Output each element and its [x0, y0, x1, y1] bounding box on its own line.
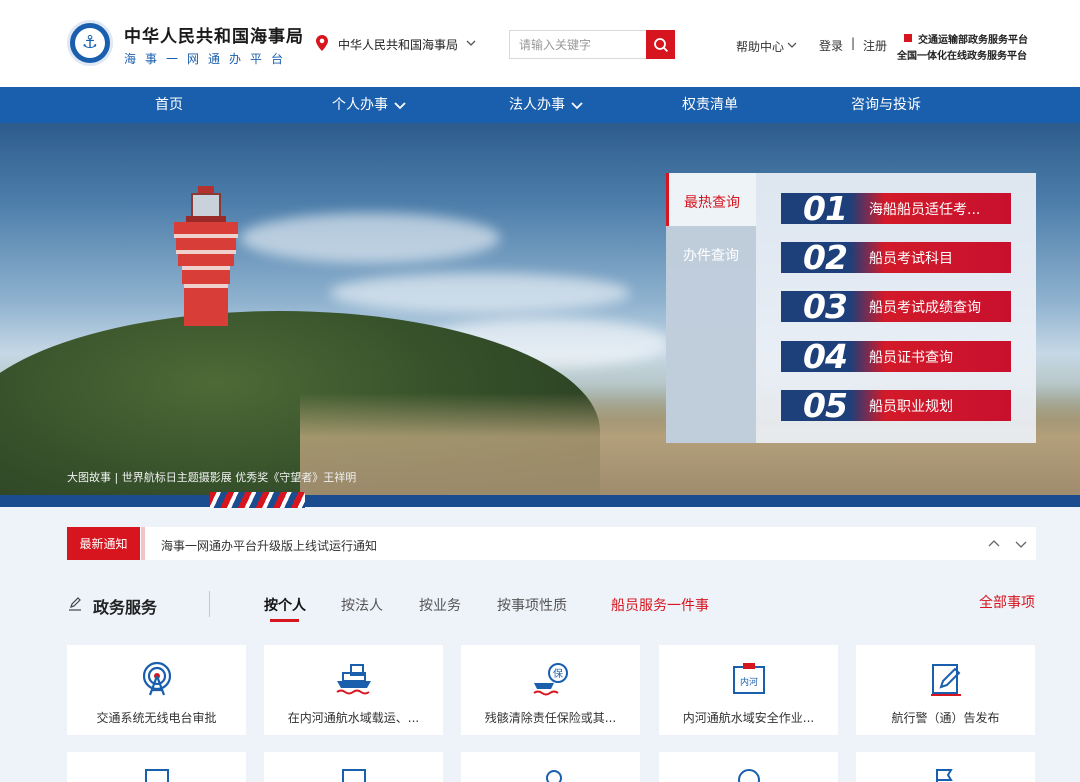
- notice-tag: 最新通知: [67, 527, 140, 560]
- service-card[interactable]: 保 残骸清除责任保险或其...: [461, 645, 640, 735]
- inland-river-icon: 内河: [733, 663, 765, 694]
- tab-seafarer-one-stop[interactable]: 船员服务一件事: [611, 595, 709, 615]
- lighthouse-image: [174, 186, 238, 326]
- active-tab-indicator: [270, 619, 299, 622]
- query-item-label: 船员考试成绩查询: [869, 299, 981, 316]
- query-item[interactable]: 03 船员考试成绩查询: [781, 291, 1011, 322]
- service-card[interactable]: 在内河通航水域载运、...: [264, 645, 443, 735]
- nav-item-personal[interactable]: 个人办事: [332, 87, 406, 123]
- query-item-label: 船员职业规划: [869, 398, 953, 415]
- tab-by-business[interactable]: 按业务: [419, 595, 461, 615]
- tab-by-item-nature[interactable]: 按事项性质: [497, 595, 567, 615]
- service-card-partial[interactable]: [856, 752, 1035, 782]
- nav-item-label: 法人办事: [509, 97, 565, 113]
- nav-item-label: 权责清单: [682, 97, 738, 113]
- query-item-number: 01: [803, 193, 848, 224]
- insurance-ship-icon: 保: [533, 663, 568, 696]
- svg-text:保: 保: [553, 667, 563, 680]
- service-card-label: 航行警（通）告发布: [891, 711, 1000, 725]
- search-icon: [653, 37, 668, 52]
- chevron-down-icon: [394, 102, 406, 110]
- service-card-partial[interactable]: [461, 752, 640, 782]
- query-item-number: 03: [803, 291, 848, 322]
- service-card-label: 交通系统无线电台审批: [96, 711, 217, 725]
- maritime-emblem-icon[interactable]: ⚓: [67, 20, 113, 66]
- service-card[interactable]: 交通系统无线电台审批: [67, 645, 246, 735]
- gov-platform-link-ministry[interactable]: 交通运输部政务服务平台: [918, 31, 1028, 46]
- hero-stripe-decor: [210, 492, 305, 508]
- login-register-separator: |: [851, 36, 856, 50]
- tab-hot-query-label[interactable]: 最热查询: [684, 192, 740, 212]
- cargo-ship-icon: [336, 664, 371, 695]
- gov-platform-link-national[interactable]: 全国一体化在线政务服务平台: [897, 47, 1027, 62]
- hero-bottom-stripe: [0, 495, 1080, 507]
- query-item-number: 04: [803, 341, 848, 372]
- services-title: 政务服务: [93, 598, 158, 617]
- chevron-down-icon[interactable]: [787, 40, 797, 50]
- login-link[interactable]: 登录: [819, 37, 843, 54]
- search-button[interactable]: [646, 30, 675, 59]
- notice-tag-tail: [141, 527, 145, 560]
- query-item[interactable]: 01 海船船员适任考...: [781, 193, 1011, 224]
- brand-subtitle: 海事一网通办平台: [124, 52, 293, 66]
- query-item[interactable]: 05 船员职业规划: [781, 390, 1011, 421]
- search-input[interactable]: [509, 30, 646, 59]
- all-items-link[interactable]: 全部事项: [979, 592, 1035, 612]
- nav-item-home[interactable]: 首页: [155, 87, 183, 123]
- chevron-down-icon: [571, 102, 583, 110]
- gov-platform-marker: [904, 34, 912, 42]
- chevron-down-icon[interactable]: [1014, 537, 1028, 551]
- tab-case-query-label[interactable]: 办件查询: [683, 245, 739, 265]
- brand-title[interactable]: 中华人民共和国海事局: [124, 22, 304, 47]
- location-selector[interactable]: 中华人民共和国海事局: [338, 36, 458, 53]
- query-item-number: 02: [803, 242, 848, 273]
- nav-item-corporate[interactable]: 法人办事: [509, 87, 583, 123]
- service-card-partial[interactable]: [264, 752, 443, 782]
- chevron-up-icon[interactable]: [987, 537, 1001, 551]
- register-link[interactable]: 注册: [863, 37, 887, 54]
- service-card[interactable]: 内河 内河通航水域安全作业...: [659, 645, 838, 735]
- header: ⚓ 中华人民共和国海事局 海事一网通办平台 中华人民共和国海事局 帮助中心 登录…: [0, 0, 1080, 87]
- flag-icon: [936, 769, 953, 782]
- main-nav: 首页 个人办事 法人办事 权责清单 咨询与投诉: [0, 87, 1080, 123]
- help-center-link[interactable]: 帮助中心: [736, 38, 784, 55]
- query-item[interactable]: 02 船员考试科目: [781, 242, 1011, 273]
- nav-item-label: 个人办事: [332, 97, 388, 113]
- query-item-label: 船员考试科目: [869, 250, 953, 267]
- registration-icon: [145, 769, 169, 782]
- chevron-down-icon[interactable]: [466, 38, 476, 48]
- service-card-partial[interactable]: [67, 752, 246, 782]
- nav-item-label: 首页: [155, 97, 183, 113]
- document-icon: [342, 769, 366, 782]
- hero-cloud: [330, 273, 630, 313]
- service-card-label: 内河通航水域安全作业...: [682, 711, 815, 725]
- tab-by-corporate[interactable]: 按法人: [341, 595, 383, 615]
- insurance-icon: [546, 770, 562, 782]
- nav-item-label: 咨询与投诉: [851, 97, 921, 113]
- query-item-label: 海船船员适任考...: [869, 201, 981, 218]
- nav-item-consult-complaint[interactable]: 咨询与投诉: [851, 87, 921, 123]
- query-item-label: 船员证书查询: [869, 349, 953, 366]
- query-item-number: 05: [803, 390, 848, 421]
- hero-cloud: [240, 213, 500, 263]
- tab-by-person[interactable]: 按个人: [264, 595, 306, 615]
- svg-text:内河: 内河: [740, 676, 758, 688]
- service-card-label: 残骸清除责任保险或其...: [484, 711, 617, 725]
- services-divider: [209, 591, 210, 617]
- radio-tower-icon: [142, 661, 172, 696]
- circle-badge-icon: [738, 769, 760, 782]
- notice-edit-icon: [931, 664, 961, 696]
- edit-pen-icon: [69, 597, 81, 611]
- nav-item-responsibility-list[interactable]: 权责清单: [682, 87, 738, 123]
- service-card[interactable]: 航行警（通）告发布: [856, 645, 1035, 735]
- service-card-label: 在内河通航水域载运、...: [287, 711, 420, 725]
- hero-caption[interactable]: 大图故事 | 世界航标日主题摄影展 优秀奖《守望者》王祥明: [67, 469, 356, 485]
- notice-text[interactable]: 海事一网通办平台升级版上线试运行通知: [161, 537, 377, 554]
- query-item[interactable]: 04 船员证书查询: [781, 341, 1011, 372]
- service-card-partial[interactable]: [659, 752, 838, 782]
- location-pin-icon: [316, 35, 328, 51]
